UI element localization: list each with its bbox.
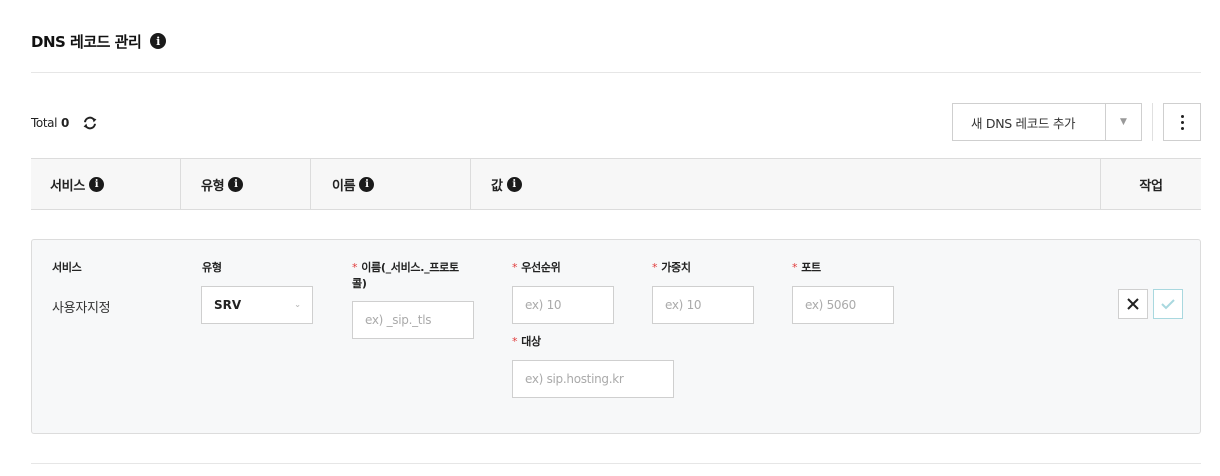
page-title: DNS 레코드 관리 — [31, 32, 142, 51]
port-label-text: 포트 — [801, 261, 821, 274]
column-header-label: 유형 — [201, 178, 225, 194]
port-label: * 포트 — [792, 260, 821, 276]
required-mark: * — [512, 261, 518, 274]
priority-label-text: 우선순위 — [521, 261, 561, 274]
column-header-label: 서비스 — [50, 178, 85, 194]
column-header-label: 작업 — [1139, 178, 1163, 194]
check-icon — [1161, 299, 1175, 310]
port-input[interactable] — [792, 286, 894, 324]
target-label-text: 대상 — [521, 335, 541, 348]
target-label: * 대상 — [512, 334, 541, 350]
chevron-down-icon: ⌄ — [294, 300, 301, 309]
service-label: 서비스 — [52, 261, 82, 274]
confirm-button[interactable] — [1153, 289, 1183, 319]
add-record-select[interactable]: 새 DNS 레코드 추가 ▼ — [952, 103, 1142, 141]
type-label: 유형 — [202, 261, 222, 274]
more-options-button[interactable] — [1163, 103, 1201, 141]
column-header-value: 값 i — [471, 159, 1101, 209]
refresh-icon[interactable] — [82, 115, 98, 131]
column-header-label: 값 — [491, 178, 503, 194]
required-mark: * — [792, 261, 798, 274]
type-select[interactable]: SRV ⌄ — [201, 286, 313, 324]
weight-input[interactable] — [652, 286, 754, 324]
service-value: 사용자지정 — [52, 301, 111, 316]
chevron-down-icon: ▼ — [1105, 104, 1141, 140]
weight-label-text: 가중치 — [661, 261, 691, 274]
total-counter: Total 0 — [31, 114, 98, 132]
column-header-label: 이름 — [332, 178, 356, 194]
priority-label: * 우선순위 — [512, 260, 561, 276]
required-mark: * — [652, 261, 658, 274]
info-icon[interactable]: i — [150, 33, 167, 49]
toolbar-separator — [1152, 103, 1153, 141]
target-input[interactable] — [512, 360, 674, 398]
add-record-select-label: 새 DNS 레코드 추가 — [971, 115, 1076, 131]
divider — [31, 463, 1201, 464]
column-header-type: 유형 i — [181, 159, 311, 209]
close-icon — [1127, 298, 1139, 310]
required-mark: * — [352, 261, 358, 274]
cancel-button[interactable] — [1118, 289, 1148, 319]
info-icon[interactable]: i — [506, 176, 522, 192]
table-header: 서비스 i 유형 i 이름 i 값 i 작업 — [31, 158, 1201, 210]
name-label-text: 이름(_서비스._프로토콜) — [352, 261, 459, 290]
info-icon[interactable]: i — [88, 176, 104, 192]
priority-input[interactable] — [512, 286, 614, 324]
page-title-bar: DNS 레코드 관리 i — [31, 31, 167, 51]
divider — [31, 72, 1201, 73]
column-header-service: 서비스 i — [31, 159, 181, 209]
column-header-action: 작업 — [1101, 159, 1201, 209]
total-count: 0 — [61, 116, 69, 130]
name-label: * 이름(_서비스._프로토콜) — [352, 260, 472, 292]
column-header-name: 이름 i — [311, 159, 471, 209]
new-record-form: 서비스 사용자지정 유형 SRV ⌄ *이름(_서비스._프로토콜) *우선순위… — [31, 239, 1201, 434]
type-select-value: SRV — [214, 298, 242, 312]
required-mark: * — [512, 335, 518, 348]
info-icon[interactable]: i — [359, 176, 375, 192]
info-icon[interactable]: i — [228, 176, 244, 192]
name-input[interactable] — [352, 301, 474, 339]
total-label: Total — [31, 116, 58, 130]
more-vertical-icon — [1180, 114, 1184, 118]
weight-label: * 가중치 — [652, 260, 691, 276]
